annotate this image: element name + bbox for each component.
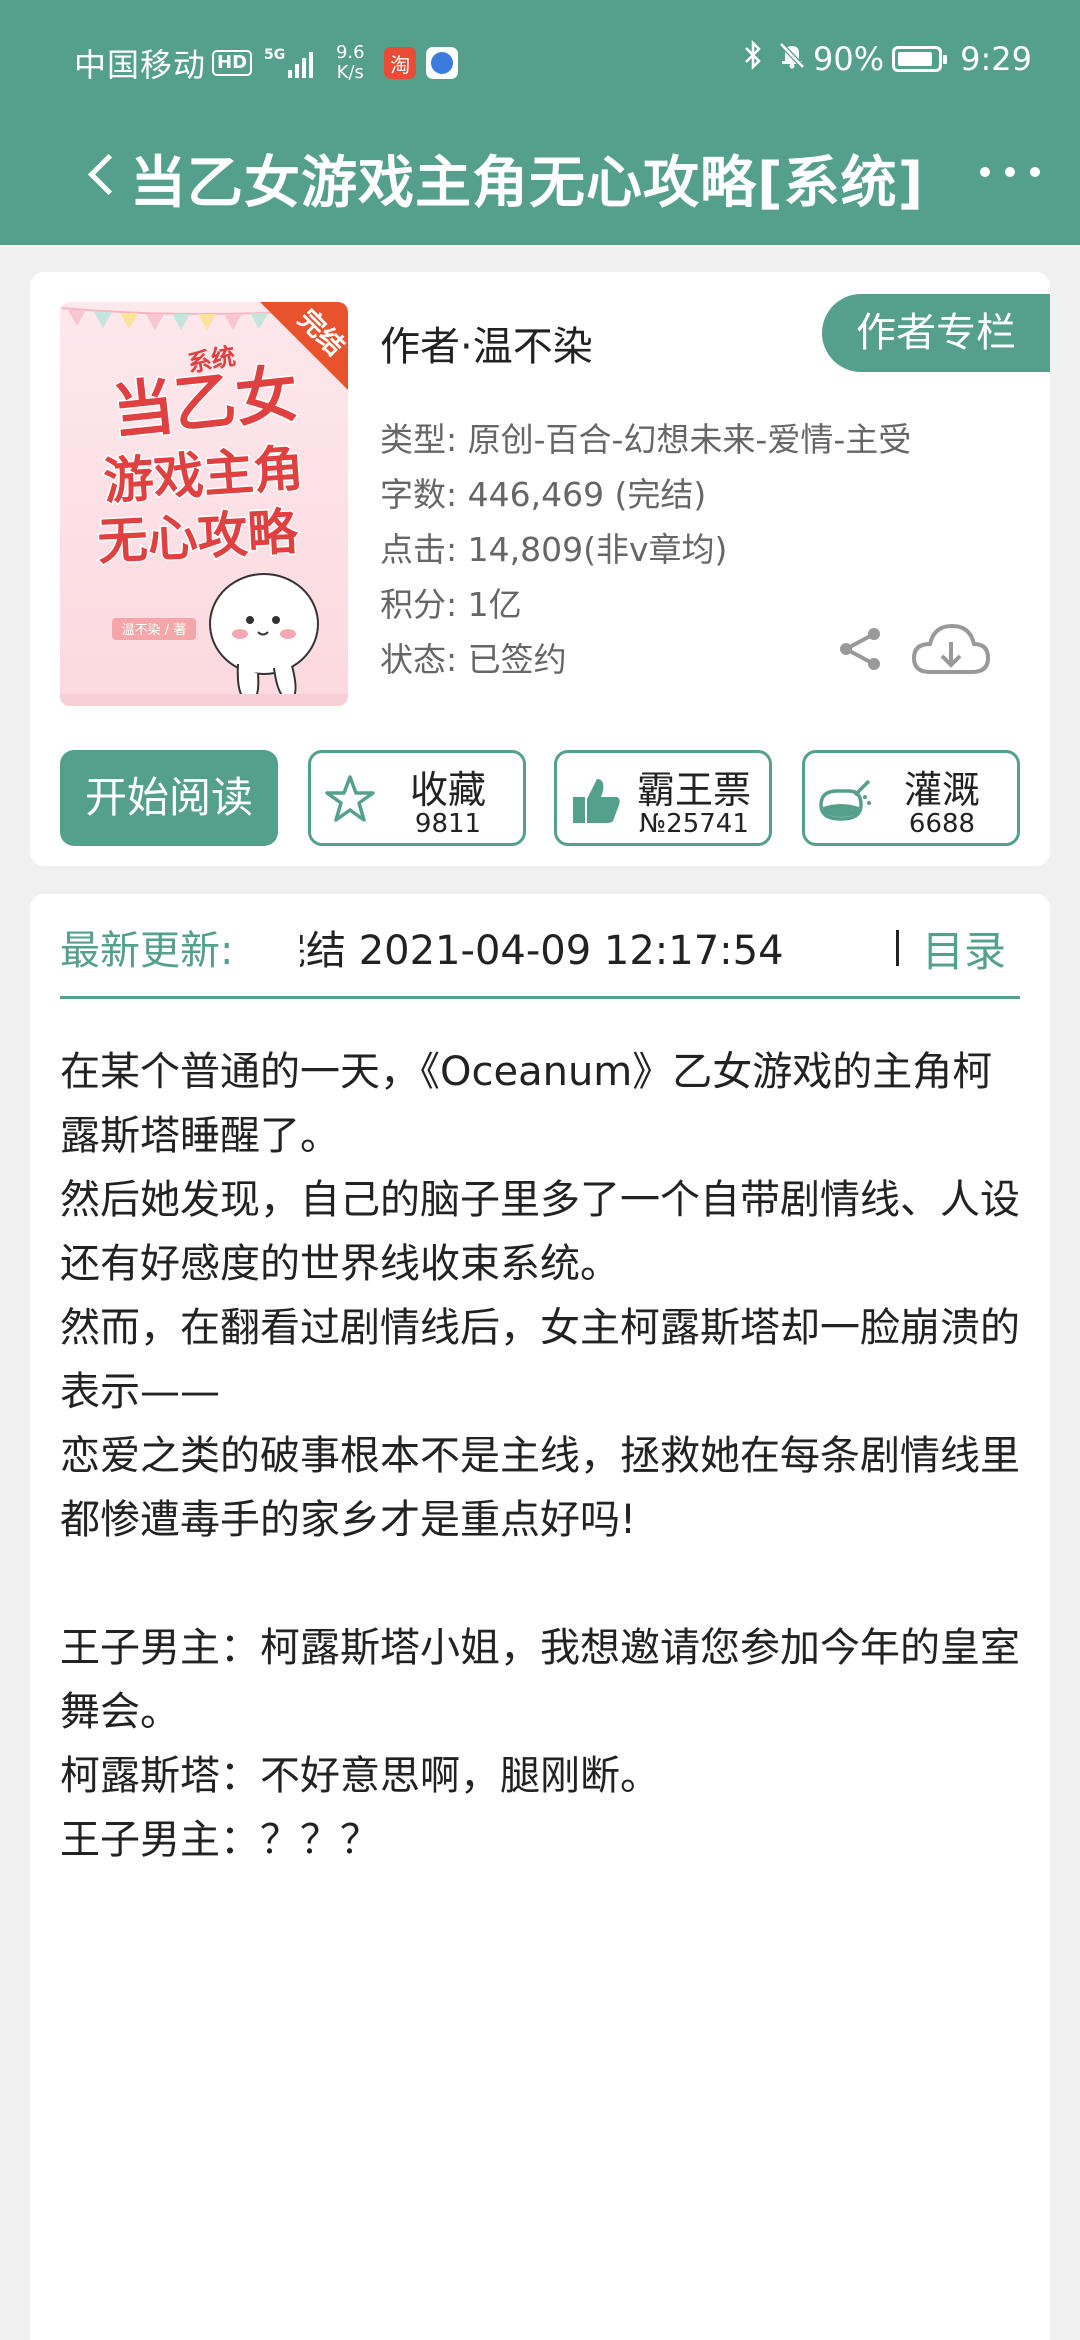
vote-count: №25741 [639, 809, 749, 839]
signal-icon: 5G [264, 48, 316, 78]
page-title: 当乙女游戏主角无心攻略[系统] [130, 151, 925, 216]
latest-update-text: 完结 2021-04-09 12:17:54 [300, 928, 784, 974]
title-bar: 当乙女游戏主角无心攻略[系统] [0, 130, 1080, 220]
synopsis-paragraph: 柯露斯塔：不好意思啊，腿刚断。 [60, 1753, 660, 1799]
meta-clicks: 点击: 14,809(非v章均) [380, 530, 728, 569]
star-icon [321, 771, 379, 829]
back-button[interactable] [80, 138, 130, 208]
synopsis-paragraph: 王子男主：柯露斯塔小姐，我想邀请您参加今年的皇室舞会。 [60, 1625, 1020, 1735]
more-button[interactable] [980, 160, 1040, 184]
table-of-contents-link[interactable]: 目录 [922, 918, 1006, 979]
author-column-button[interactable]: 作者专栏 [822, 294, 1050, 372]
hd-badge: HD [212, 50, 253, 76]
mute-bell-icon [777, 40, 807, 78]
vote-label: 霸王票 [636, 768, 751, 812]
watering-can-icon [815, 771, 873, 829]
cover-character [209, 573, 319, 704]
meta-genre: 类型: 原创-百合-幻想未来-爱情-主受 [380, 420, 912, 459]
battery-icon [892, 46, 948, 72]
status-bar: 中国移动 HD 5G 9.6 K/s 淘 90% 9:29 [0, 30, 1080, 90]
clock: 9:29 [960, 40, 1032, 78]
browser-app-icon [426, 47, 459, 79]
book-meta: 类型: 原创-百合-幻想未来-爱情-主受 字数: 446,469 (完结) 点击… [380, 412, 911, 687]
watering-label: 灌溉 [903, 768, 980, 812]
favorite-label: 收藏 [409, 768, 486, 812]
book-info-card: 完结 系统 当乙女 游戏主角 无心攻略 温不染 / 著 作者·温不染 作者专栏 … [30, 272, 1050, 866]
net-speed-unit: K/s [336, 62, 364, 83]
cloud-download-icon[interactable] [910, 616, 992, 686]
thumbs-up-icon [567, 771, 625, 829]
meta-words: 字数: 446,469 (完结) [380, 475, 707, 514]
author-name[interactable]: 作者·温不染 [380, 314, 593, 372]
battery-percent: 90% [813, 40, 885, 78]
divider [60, 996, 1020, 999]
latest-update-label: 最新更新: [60, 928, 234, 974]
book-cover[interactable]: 完结 系统 当乙女 游戏主角 无心攻略 温不染 / 著 [60, 302, 348, 706]
network-type: 5G [264, 47, 286, 63]
cover-author-tag-text: 温不染 / 著 [122, 623, 187, 638]
synopsis-paragraph: 然而，在翻看过剧情线后，女主柯露斯塔却一脸崩溃的表示—— [60, 1305, 1020, 1415]
favorite-button[interactable]: 收藏 9811 [308, 750, 526, 846]
watering-count: 6688 [908, 809, 976, 839]
synopsis-paragraph: 王子男主：？？？ [60, 1817, 380, 1863]
synopsis-paragraph: 在某个普通的一天，《Oceanum》乙女游戏的主角柯露斯塔睡醒了。 [60, 1049, 993, 1159]
synopsis-card: 最新更新: 完结 2021-04-09 12:17:54 目录 在某个普通的一天… [30, 894, 1050, 2340]
synopsis-paragraph [60, 1552, 1020, 1616]
synopsis-paragraph: 恋爱之类的破事根本不是主线，拯救她在每条剧情线里都惨遭毒手的家乡才是重点好吗! [60, 1433, 1020, 1543]
net-speed: 9.6 K/s [330, 43, 370, 83]
meta-status: 状态: 已签约 [380, 640, 567, 679]
status-left: 中国移动 HD 5G 9.6 K/s 淘 [74, 40, 459, 86]
update-separator [896, 930, 899, 966]
cover-art: 完结 系统 当乙女 游戏主角 无心攻略 温不染 / 著 [60, 302, 348, 706]
cover-title-line3: 无心攻略 [96, 503, 300, 571]
bluetooth-icon [743, 39, 763, 78]
more-dots-icon [980, 167, 990, 177]
latest-update-row[interactable]: 最新更新: 完结 2021-04-09 12:17:54 目录 [60, 918, 1020, 988]
meta-score: 积分: 1亿 [380, 585, 522, 624]
share-icon[interactable] [836, 624, 886, 674]
vote-button[interactable]: 霸王票 №25741 [554, 750, 772, 846]
status-right: 90% 9:29 [743, 39, 1032, 78]
taobao-app-icon: 淘 [384, 47, 417, 79]
watering-button[interactable]: 灌溉 6688 [802, 750, 1020, 846]
top-bar: 中国移动 HD 5G 9.6 K/s 淘 90% 9:29 当乙女游戏主角无心攻… [0, 0, 1080, 245]
latest-update-marquee: 完结 2021-04-09 12:17:54 [300, 918, 900, 976]
favorite-count: 9811 [414, 809, 482, 839]
cover-title-line2: 游戏主角 [102, 439, 306, 511]
carrier-name: 中国移动 [74, 46, 207, 84]
cover-title-line1: 当乙女 [109, 357, 302, 449]
net-speed-value: 9.6 [335, 42, 365, 63]
synopsis-text: 在某个普通的一天，《Oceanum》乙女游戏的主角柯露斯塔睡醒了。 然后她发现，… [60, 1040, 1020, 1872]
synopsis-paragraph: 然后她发现，自己的脑子里多了一个自带剧情线、人设还有好感度的世界线收束系统。 [60, 1177, 1020, 1287]
start-reading-button[interactable]: 开始阅读 [60, 750, 278, 846]
